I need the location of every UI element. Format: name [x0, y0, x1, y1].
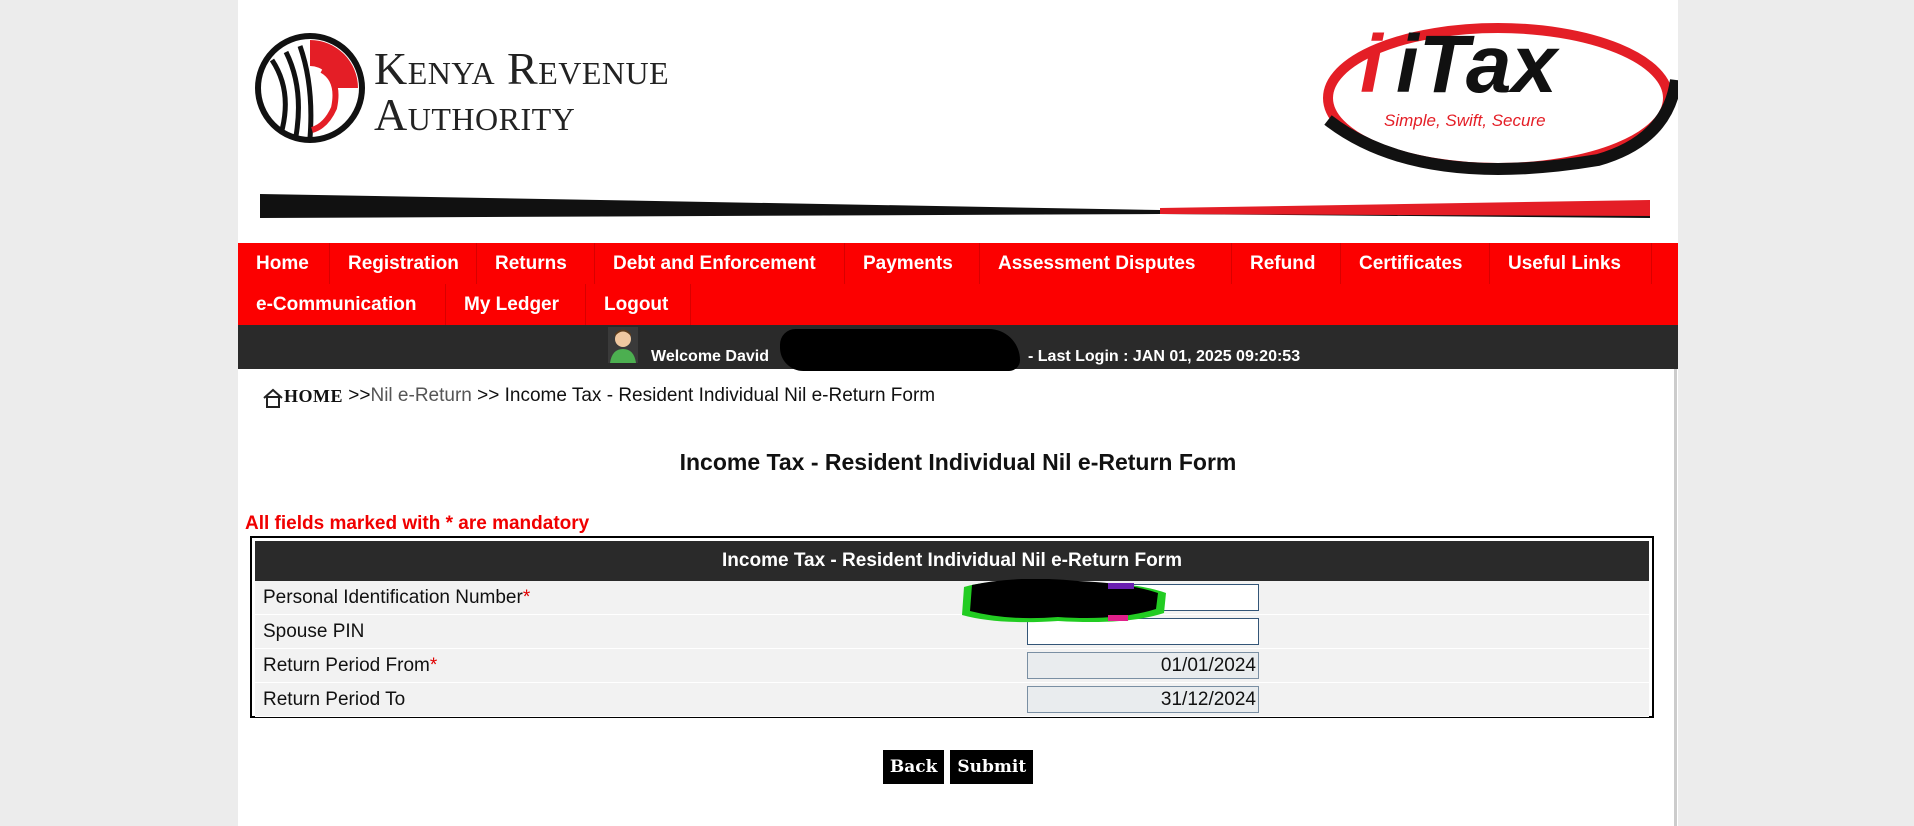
nav-item-e-communication[interactable]: e-Communication — [238, 284, 446, 325]
kra-lion-logo — [255, 33, 365, 143]
period-to-label: Return Period To — [263, 683, 405, 716]
nil-return-form: Income Tax - Resident Individual Nil e-R… — [250, 536, 1654, 718]
nav-item-my-ledger[interactable]: My Ledger — [446, 284, 586, 325]
nav-item-refund[interactable]: Refund — [1232, 243, 1341, 284]
kra-wordmark: Kenya Revenue Authority — [374, 46, 669, 138]
nav-item-debt-enforcement[interactable]: Debt and Enforcement — [595, 243, 845, 284]
itax-logo-text: iTax — [1396, 19, 1560, 110]
form-row-period-to: Return Period To — [255, 683, 1649, 717]
last-login-text: - Last Login : JAN 01, 2025 09:20:53 — [1028, 348, 1301, 365]
period-from-label-text: Return Period From — [263, 655, 430, 676]
site-header: Kenya Revenue Authority i iTax Simple, S… — [238, 0, 1678, 243]
back-button[interactable]: Back — [882, 750, 945, 784]
spouse-pin-label-text: Spouse PIN — [263, 621, 365, 642]
kra-wordmark-line1: Kenya Revenue — [374, 43, 670, 94]
breadcrumb-home-link[interactable]: HOME — [262, 383, 343, 409]
breadcrumb-current: Income Tax - Resident Individual Nil e-R… — [504, 385, 936, 407]
period-to-input[interactable] — [1027, 686, 1259, 713]
pin-label: Personal Identification Number* — [263, 581, 530, 614]
nav-item-home[interactable]: Home — [238, 243, 330, 284]
form-header: Income Tax - Resident Individual Nil e-R… — [255, 541, 1649, 581]
home-icon — [263, 388, 283, 408]
pin-label-text: Personal Identification Number — [263, 587, 523, 608]
itax-tagline: Simple, Swift, Secure — [1384, 111, 1546, 130]
required-marker: * — [522, 587, 531, 608]
form-row-spouse-pin: Spouse PIN — [255, 615, 1649, 649]
breadcrumb-nil-return-link[interactable]: Nil e-Return — [370, 385, 471, 406]
breadcrumb-home-label: HOME — [284, 386, 343, 406]
welcome-text: Welcome David — [651, 348, 769, 365]
itax-logo: i iTax Simple, Swift, Secure — [1323, 19, 1678, 175]
period-to-label-text: Return Period To — [263, 689, 406, 710]
nav-item-useful-links[interactable]: Useful Links — [1490, 243, 1652, 284]
breadcrumb-separator: >> — [477, 385, 500, 407]
required-marker: * — [429, 655, 438, 676]
nav-item-payments[interactable]: Payments — [845, 243, 980, 284]
nav-item-registration[interactable]: Registration — [330, 243, 477, 284]
redaction-mark — [780, 329, 1020, 371]
period-from-label: Return Period From* — [263, 649, 437, 682]
breadcrumb-separator: >> — [348, 385, 371, 407]
header-swoosh-divider — [260, 194, 1650, 218]
svg-text:i: i — [1360, 19, 1385, 110]
nav-item-certificates[interactable]: Certificates — [1341, 243, 1490, 284]
form-row-pin: Personal Identification Number* — [255, 581, 1649, 615]
form-actions: Back Submit — [238, 750, 1678, 784]
nav-item-logout[interactable]: Logout — [586, 284, 691, 325]
page-container: Kenya Revenue Authority i iTax Simple, S… — [238, 0, 1678, 826]
redaction-mark — [962, 579, 1166, 623]
page-title: Income Tax - Resident Individual Nil e-R… — [679, 449, 1237, 475]
submit-button[interactable]: Submit — [950, 750, 1034, 784]
user-avatar-icon — [608, 327, 638, 363]
nav-item-returns[interactable]: Returns — [477, 243, 595, 284]
welcome-bar: Welcome David - Last Login : JAN 01, 202… — [238, 325, 1678, 371]
breadcrumb: HOME >>Nil e-Return >> Income Tax - Resi… — [262, 383, 935, 409]
nav-item-assessment-disputes[interactable]: Assessment Disputes — [980, 243, 1232, 284]
mandatory-note: All fields marked with * are mandatory — [245, 513, 590, 534]
kra-wordmark-line2: Authority — [374, 89, 576, 140]
spouse-pin-label: Spouse PIN — [263, 615, 364, 648]
period-from-input[interactable] — [1027, 652, 1259, 679]
main-nav: Home Registration Returns Debt and Enfor… — [238, 243, 1678, 325]
form-row-period-from: Return Period From* — [255, 649, 1649, 683]
